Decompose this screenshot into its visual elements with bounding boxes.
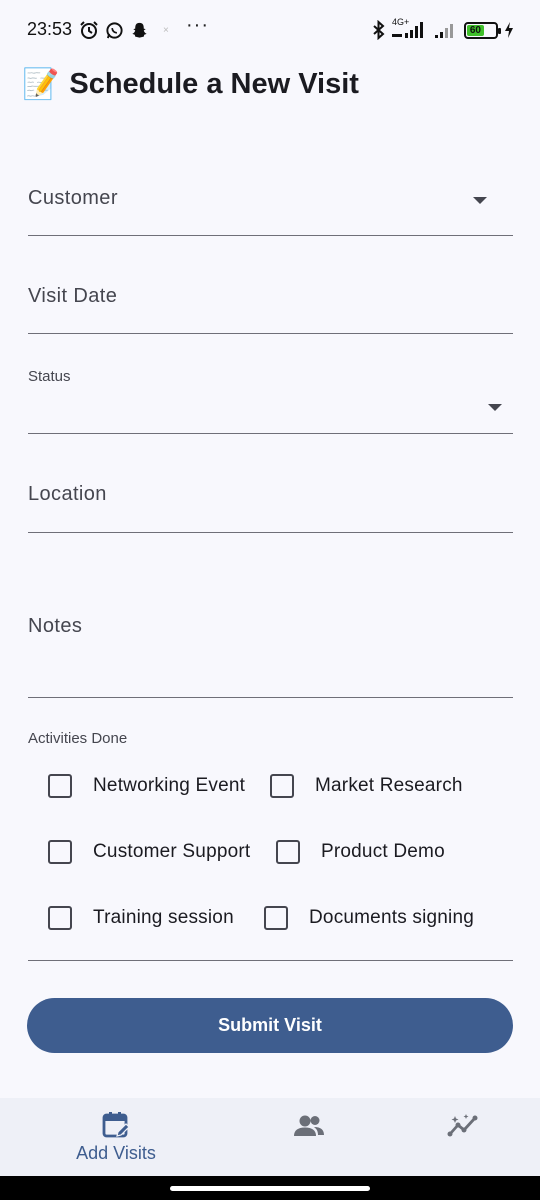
status-notification-icons: × [79, 19, 169, 41]
gesture-navigation-bar [0, 1176, 540, 1200]
nav-add-visits-label: Add Visits [76, 1143, 156, 1163]
activity-product-demo[interactable]: Product Demo [276, 832, 445, 872]
activities-divider [28, 960, 513, 961]
bottom-navigation: Add Visits [0, 1098, 540, 1176]
checkbox[interactable] [276, 840, 300, 864]
checkbox[interactable] [270, 774, 294, 798]
activity-label: Product Demo [321, 841, 445, 862]
status-bar: 23:53 × ··· 4G+ 60 [0, 0, 540, 60]
page-header: 📝 Schedule a New Visit [22, 64, 359, 104]
activities-row-2: Customer Support Product Demo [0, 832, 540, 872]
status-label: Status [28, 368, 71, 385]
signal-bars-icon [392, 22, 423, 38]
cell-signal-1: 4G+ [392, 17, 428, 40]
activity-customer-support[interactable]: Customer Support [48, 832, 250, 872]
status-time: 23:53 [27, 19, 73, 39]
battery-level: 60 [469, 24, 481, 36]
checkbox[interactable] [48, 774, 72, 798]
activities-label: Activities Done [28, 730, 128, 747]
notes-field[interactable]: Notes [28, 560, 513, 698]
checkbox[interactable] [264, 906, 288, 930]
visit-date-label: Visit Date [28, 285, 118, 307]
status-system-icons: 4G+ 60 [372, 17, 514, 41]
memo-icon: 📝 [22, 67, 60, 101]
calendar-edit-icon [102, 1112, 130, 1138]
people-icon [294, 1115, 324, 1136]
activity-label: Customer Support [93, 841, 251, 862]
checkbox[interactable] [48, 906, 72, 930]
insights-icon [447, 1114, 478, 1137]
charging-icon [505, 22, 513, 38]
activities-row-1: Networking Event Market Research [0, 766, 540, 806]
signal-bars-2-icon [435, 24, 453, 38]
location-field[interactable]: Location [28, 464, 513, 533]
nav-customers[interactable] [279, 1098, 339, 1176]
battery-icon: 60 [464, 21, 501, 39]
activity-documents-signing[interactable]: Documents signing [264, 898, 474, 938]
bluetooth-icon [373, 20, 385, 40]
customer-dropdown[interactable]: Customer [28, 168, 513, 236]
page-title: Schedule a New Visit [69, 67, 359, 100]
nav-add-visits[interactable]: Add Visits [66, 1098, 166, 1176]
activity-networking-event[interactable]: Networking Event [48, 766, 245, 806]
small-dot-icon: × [163, 24, 169, 36]
checkbox[interactable] [48, 840, 72, 864]
activity-label: Market Research [315, 775, 463, 796]
activity-label: Training session [93, 907, 234, 928]
gesture-handle[interactable] [170, 1186, 370, 1191]
status-dropdown[interactable]: Status [28, 364, 513, 434]
more-notifications-icon: ··· [186, 14, 209, 36]
activities-row-3: Training session Documents signing [0, 898, 540, 938]
nav-insights[interactable] [433, 1098, 493, 1176]
whatsapp-icon [106, 21, 123, 39]
location-label: Location [28, 483, 107, 505]
alarm-icon [80, 21, 98, 39]
activity-market-research[interactable]: Market Research [270, 766, 463, 806]
notes-label: Notes [28, 615, 83, 637]
activity-label: Documents signing [309, 907, 474, 928]
visit-date-field[interactable]: Visit Date [28, 266, 513, 334]
customer-dropdown-arrow-icon [473, 197, 487, 204]
submit-visit-button[interactable]: Submit Visit [27, 998, 513, 1053]
activity-label: Networking Event [93, 775, 246, 796]
snapchat-icon [132, 22, 147, 38]
customer-label: Customer [28, 187, 118, 209]
status-dropdown-arrow-icon [488, 404, 502, 411]
activity-training-session[interactable]: Training session [48, 898, 234, 938]
